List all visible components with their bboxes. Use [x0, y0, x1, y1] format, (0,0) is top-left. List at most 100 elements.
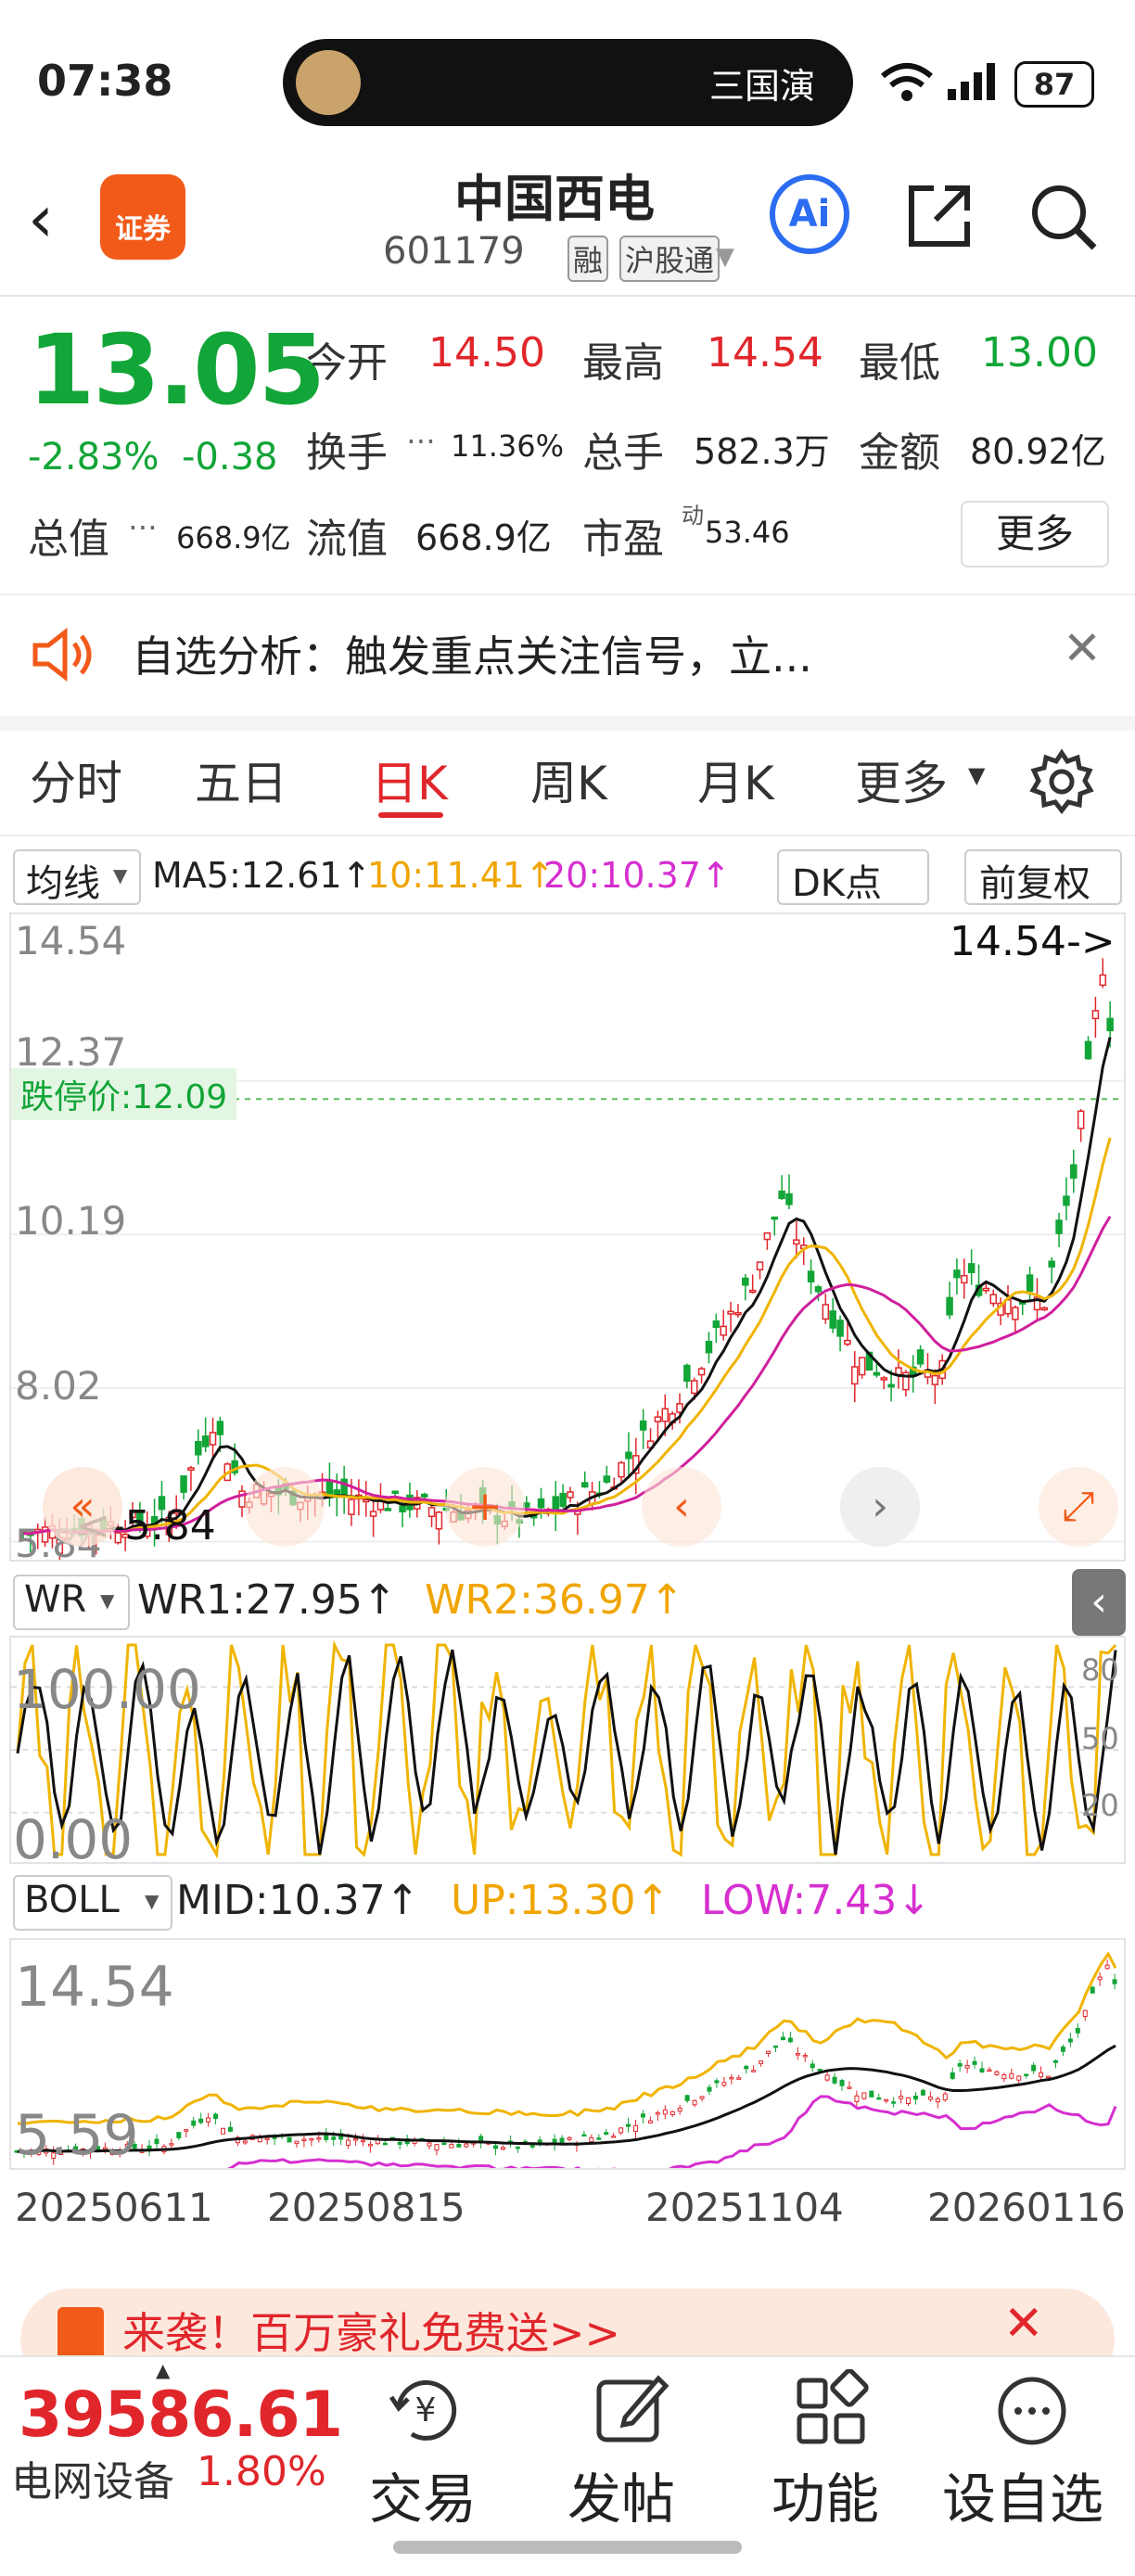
boll-candle-body: [242, 2140, 248, 2144]
change-percent: -2.83%: [28, 436, 159, 478]
close-icon[interactable]: ✕: [1063, 621, 1102, 675]
boll-candle-body: [493, 2145, 499, 2149]
open-label: 今开: [306, 339, 388, 387]
boll-candle-body: [1090, 1986, 1095, 1994]
boll-candle-body: [927, 2096, 933, 2100]
banner-text: 来袭！百万豪礼免费送>>: [122, 2308, 621, 2358]
back-button[interactable]: ‹: [28, 181, 54, 257]
kline-y-label: 10.19: [15, 1198, 127, 1243]
add-watchlist-label[interactable]: 设自选: [942, 2455, 1103, 2533]
trade-icon[interactable]: ¥: [384, 2369, 467, 2453]
scroll-left-fast-button[interactable]: «: [43, 1467, 122, 1547]
tab-monthly-k[interactable]: 月K: [697, 746, 774, 813]
functions-icon[interactable]: [790, 2369, 874, 2453]
dk-point-button[interactable]: DK点: [777, 849, 929, 905]
boll-candle-body: [596, 2137, 602, 2140]
more-quote-button[interactable]: 更多: [961, 501, 1109, 567]
wr-y-right-label: 20: [1081, 1788, 1119, 1823]
candle-body: [778, 1190, 785, 1199]
more-dots-icon[interactable]: ⋯: [128, 509, 158, 544]
boll-candle-body: [227, 2126, 233, 2132]
boll-candle-body: [773, 2045, 779, 2048]
mktcap-value: 668.9亿: [176, 520, 291, 555]
boll-candle-body: [456, 2144, 462, 2148]
candle-body: [195, 1440, 202, 1456]
scroll-left-button[interactable]: ‹: [642, 1467, 721, 1547]
candle-body: [785, 1192, 793, 1205]
more-dots-icon[interactable]: ⋯: [406, 423, 436, 458]
tab-weekly-k[interactable]: 周K: [530, 746, 607, 813]
candle-body: [720, 1325, 727, 1336]
candle-body: [399, 1505, 406, 1512]
tab-daily-k[interactable]: 日K: [371, 746, 448, 813]
boll-candle-body: [441, 2142, 447, 2146]
boll-candle-body: [294, 2140, 300, 2145]
collapse-panel-button[interactable]: ‹: [1072, 1569, 1126, 1636]
candle-body: [727, 1310, 734, 1315]
boll-select[interactable]: BOLL ▼: [13, 1875, 172, 1931]
wr-y-label: 100.00: [13, 1658, 201, 1721]
boll-candle-body: [515, 2146, 520, 2149]
sector-name[interactable]: 电网设备: [11, 2448, 174, 2507]
boll-chart[interactable]: [9, 1938, 1126, 2170]
zoom-in-button[interactable]: +: [445, 1467, 525, 1547]
app-logo[interactable]: 证券: [100, 174, 185, 260]
ma-select[interactable]: 均线 ▼: [13, 849, 141, 905]
trade-label[interactable]: 交易: [369, 2455, 477, 2533]
candle-body: [348, 1498, 355, 1515]
market-tag[interactable]: 沪股通: [619, 236, 720, 282]
chevron-down-icon[interactable]: ▼: [716, 243, 734, 271]
candle-body: [1048, 1260, 1055, 1268]
boll-candle-body: [640, 2113, 645, 2118]
boll-candle-body: [912, 2095, 918, 2100]
sector-index-value[interactable]: 39586.61: [19, 2378, 343, 2452]
boll-candle-body: [567, 2136, 572, 2140]
limit-down-label: 跌停价:12.09: [11, 1068, 237, 1120]
megaphone-icon: [57, 2307, 104, 2363]
functions-label[interactable]: 功能: [772, 2455, 879, 2533]
boll-candle-body: [397, 2141, 402, 2145]
zoom-out-button[interactable]: [245, 1467, 325, 1547]
candle-body: [1063, 1195, 1070, 1206]
search-icon[interactable]: [1027, 181, 1098, 251]
ai-button[interactable]: Ai: [770, 174, 849, 254]
battery-icon: 87: [1014, 61, 1094, 108]
boll-candle-body: [876, 2097, 882, 2100]
boll-candle-body: [1031, 2064, 1037, 2072]
candle-body: [793, 1239, 800, 1245]
boll-candle-body: [817, 2069, 823, 2072]
tab-more[interactable]: 更多: [855, 746, 948, 813]
dynamic-island[interactable]: 三国演: [283, 39, 853, 126]
boll-candle-body: [942, 2093, 948, 2100]
alert-text[interactable]: 自选分析：触发重点关注信号，立...: [132, 623, 812, 684]
tab-five-day[interactable]: 五日: [195, 746, 287, 813]
pe-superscript: 动: [682, 503, 704, 529]
tab-intraday[interactable]: 分时: [30, 746, 122, 813]
adjust-button[interactable]: 前复权: [964, 849, 1122, 905]
boll-candle-body: [780, 2036, 785, 2041]
boll-candle-body: [191, 2120, 197, 2126]
boll-candle-body: [899, 2096, 904, 2099]
share-icon[interactable]: [904, 181, 975, 251]
post-label[interactable]: 发帖: [568, 2455, 675, 2533]
amount-label: 金额: [859, 429, 940, 477]
boll-candle-body: [147, 2145, 152, 2150]
date-label: 20260116: [927, 2185, 1126, 2230]
post-icon[interactable]: [590, 2369, 673, 2453]
gear-icon[interactable]: [1029, 749, 1094, 814]
wr-select[interactable]: WR ▼: [13, 1575, 130, 1630]
scroll-right-button[interactable]: ›: [840, 1467, 920, 1547]
close-icon[interactable]: ✕: [1003, 2296, 1044, 2352]
boll-candle-body: [611, 2136, 617, 2138]
add-watchlist-icon[interactable]: [990, 2369, 1074, 2453]
boll-candle-body: [972, 2060, 977, 2065]
fullscreen-icon[interactable]: ⤢: [1039, 1467, 1118, 1547]
open-value: 14.50: [428, 329, 545, 376]
boll-candle-body: [360, 2139, 365, 2143]
kline-chart[interactable]: [9, 912, 1126, 1562]
candle-body: [1040, 1307, 1049, 1311]
chevron-down-icon[interactable]: ▼: [968, 762, 985, 788]
candle-body: [873, 1371, 881, 1376]
mktcap-label: 总值: [28, 516, 109, 563]
boll-candle-body: [367, 2143, 373, 2147]
